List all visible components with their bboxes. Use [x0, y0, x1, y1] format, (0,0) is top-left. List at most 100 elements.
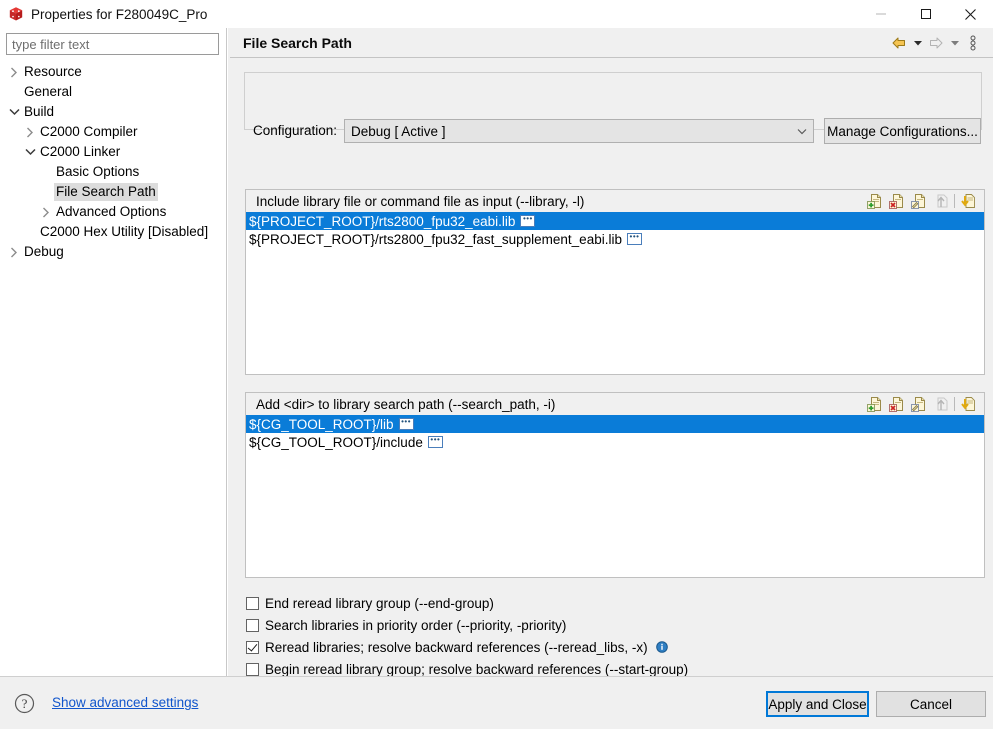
dialog-footer: ? Show advanced settings Apply and Close… [0, 676, 993, 729]
ellipsis-browse-icon[interactable]: ••• [427, 436, 443, 448]
sidebar-item-c2000-linker[interactable]: C2000 Linker [0, 142, 226, 162]
configuration-selected-value: Debug [ Active ] [351, 123, 446, 139]
list-item[interactable]: ${CG_TOOL_ROOT}/include ••• [246, 433, 984, 451]
move-up-icon[interactable] [930, 394, 951, 414]
sidebar-item-file-search-path[interactable]: File Search Path [0, 182, 226, 202]
sidebar-item-basic-options[interactable]: Basic Options [0, 162, 226, 182]
manage-configurations-button[interactable]: Manage Configurations... [824, 118, 981, 144]
sidebar-item-debug[interactable]: Debug [0, 242, 226, 262]
window-title: Properties for F280049C_Pro [31, 6, 208, 22]
sidebar-item-label: General [24, 84, 73, 99]
close-icon[interactable] [948, 0, 993, 28]
search-paths-rows[interactable]: ${CG_TOOL_ROOT}/lib ••• ${CG_TOOL_ROOT}/in… [246, 415, 984, 577]
chevron-down-icon[interactable] [22, 142, 38, 162]
sidebar-item-c2000-compiler[interactable]: C2000 Compiler [0, 122, 226, 142]
move-down-icon[interactable] [958, 191, 979, 211]
sidebar-item-label: C2000 Linker [40, 144, 121, 159]
toolbar-separator [954, 397, 955, 411]
include-libraries-listbox: Include library file or command file as … [245, 189, 985, 375]
sidebar-item-c2000-hex-utility-disabled[interactable]: C2000 Hex Utility [Disabled] [0, 222, 226, 242]
chevron-down-icon [791, 120, 813, 142]
chevron-right-icon[interactable] [38, 202, 54, 222]
back-dropdown-caret-icon[interactable] [911, 33, 924, 53]
cancel-button[interactable]: Cancel [876, 691, 986, 717]
minimize-icon[interactable] [858, 0, 903, 28]
svg-text:?: ? [22, 696, 28, 711]
apply-and-close-button[interactable]: Apply and Close [766, 691, 869, 717]
cube-icon [8, 6, 24, 22]
help-icon[interactable]: ? [14, 693, 35, 714]
list-item-label: ${CG_TOOL_ROOT}/lib [249, 416, 394, 432]
include-libraries-toolbar [864, 191, 979, 211]
option-label: Reread libraries; resolve backward refer… [265, 639, 648, 655]
move-down-icon[interactable] [958, 394, 979, 414]
toolbar-separator [954, 194, 955, 208]
page-title: File Search Path [243, 35, 352, 51]
sidebar-item-build[interactable]: Build [0, 102, 226, 122]
back-arrow-icon[interactable] [889, 33, 909, 53]
option-row[interactable]: Reread libraries; resolve backward refer… [246, 636, 966, 658]
chevron-right-icon[interactable] [6, 242, 22, 262]
page-header: File Search Path [228, 28, 993, 58]
search-paths-header-label: Add <dir> to library search path (--sear… [256, 396, 556, 412]
search-paths-listbox: Add <dir> to library search path (--sear… [245, 392, 985, 578]
include-libraries-header: Include library file or command file as … [246, 190, 984, 212]
window-title-bar: Properties for F280049C_Pro [0, 0, 993, 28]
ellipsis-browse-icon[interactable]: ••• [626, 233, 642, 245]
option-label: End reread library group (--end-group) [265, 595, 494, 611]
forward-dropdown-caret-icon[interactable] [948, 33, 961, 53]
option-label: Begin reread library group; resolve back… [265, 661, 689, 677]
checkbox[interactable] [246, 640, 259, 654]
settings-tree[interactable]: Resource General Build C2000 Compiler C2000 … [0, 62, 226, 672]
sidebar-item-resource[interactable]: Resource [0, 62, 226, 82]
list-item[interactable]: ${PROJECT_ROOT}/rts2800_fpu32_fast_suppl… [246, 230, 984, 248]
forward-arrow-icon[interactable] [926, 33, 946, 53]
settings-tree-panel: Resource General Build C2000 Compiler C2000 … [0, 28, 227, 676]
edit-icon[interactable] [908, 191, 929, 211]
list-item[interactable]: ${PROJECT_ROOT}/rts2800_fpu32_eabi.lib ••… [246, 212, 984, 230]
checkbox[interactable] [246, 662, 259, 676]
include-libraries-rows[interactable]: ${PROJECT_ROOT}/rts2800_fpu32_eabi.lib ••… [246, 212, 984, 374]
sidebar-item-general[interactable]: General [0, 82, 226, 102]
sidebar-item-label: Advanced Options [56, 204, 167, 219]
ellipsis-browse-icon[interactable]: ••• [520, 215, 536, 227]
show-advanced-settings-link[interactable]: Show advanced settings [52, 695, 198, 710]
configuration-select[interactable]: Debug [ Active ] [344, 119, 814, 143]
delete-icon[interactable] [886, 191, 907, 211]
chevron-right-icon[interactable] [22, 122, 38, 142]
sidebar-item-label: Debug [24, 244, 64, 259]
dialog-body: Resource General Build C2000 Compiler C2000 … [0, 28, 993, 699]
sidebar-item-label: C2000 Hex Utility [Disabled] [40, 224, 209, 239]
configuration-label: Configuration: [253, 123, 338, 138]
list-item-label: ${CG_TOOL_ROOT}/include [249, 434, 423, 450]
option-row[interactable]: Search libraries in priority order (--pr… [246, 614, 966, 636]
add-icon[interactable] [864, 191, 885, 211]
move-up-icon[interactable] [930, 191, 951, 211]
chevron-right-icon[interactable] [6, 62, 22, 82]
edit-icon[interactable] [908, 394, 929, 414]
search-paths-header: Add <dir> to library search path (--sear… [246, 393, 984, 415]
view-menu-icon[interactable] [963, 33, 983, 53]
list-item-label: ${PROJECT_ROOT}/rts2800_fpu32_eabi.lib [249, 213, 516, 229]
filter-input[interactable] [6, 33, 219, 55]
checkbox[interactable] [246, 618, 259, 632]
ellipsis-browse-icon[interactable]: ••• [398, 418, 414, 430]
sidebar-item-label: Basic Options [56, 164, 140, 179]
chevron-down-icon[interactable] [6, 102, 22, 122]
option-row[interactable]: End reread library group (--end-group) [246, 592, 966, 614]
header-divider [230, 57, 993, 58]
info-icon[interactable] [655, 641, 668, 653]
sidebar-item-label: C2000 Compiler [40, 124, 138, 139]
sidebar-item-advanced-options[interactable]: Advanced Options [0, 202, 226, 222]
add-icon[interactable] [864, 394, 885, 414]
list-item[interactable]: ${CG_TOOL_ROOT}/lib ••• [246, 415, 984, 433]
checkbox[interactable] [246, 596, 259, 610]
include-libraries-header-label: Include library file or command file as … [256, 193, 585, 209]
sidebar-item-label: File Search Path [54, 183, 158, 201]
delete-icon[interactable] [886, 394, 907, 414]
maximize-icon[interactable] [903, 0, 948, 28]
